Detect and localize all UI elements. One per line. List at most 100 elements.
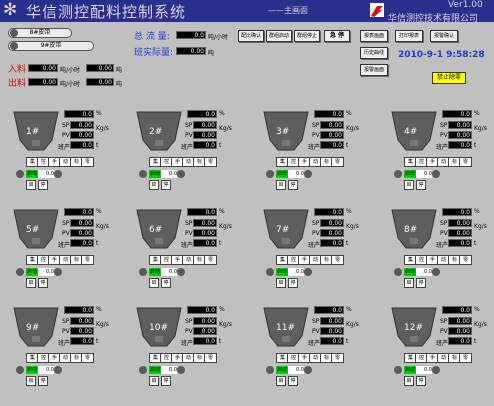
feeder-start-button[interactable]: 启 xyxy=(404,376,414,386)
mode-button[interactable]: 零 xyxy=(81,255,94,265)
app-title: 华信测控配料控制系统 xyxy=(26,3,187,21)
feeder-start-button[interactable]: 启 xyxy=(276,278,286,288)
group-start-button[interactable]: 群组启动 xyxy=(266,30,292,42)
feeder-panel: 9# 0.0% SP 0.00 Kg/s PV 0.00 班产 0.0 t 集控手动标零启动 0.0 启… xyxy=(8,306,130,398)
feeder-stop-button[interactable]: 停 xyxy=(161,278,171,288)
feeder-start-button[interactable]: 启 xyxy=(26,180,36,190)
mode-button[interactable]: 零 xyxy=(459,353,472,363)
print-report-button[interactable]: 打印报表 xyxy=(395,30,423,42)
sp-label: SP xyxy=(62,220,70,227)
accum-value: 0.0 xyxy=(193,141,217,149)
outflow-rate: 0.00 xyxy=(28,78,58,86)
mode-button[interactable]: 零 xyxy=(204,353,217,363)
emergency-stop-button[interactable]: 急 停 xyxy=(324,30,350,42)
group-stop-button[interactable]: 群组停止 xyxy=(294,30,320,42)
pv-value: 0.00 xyxy=(448,327,472,335)
feeder-stop-button[interactable]: 停 xyxy=(288,278,298,288)
alarm-confirm-button[interactable]: 报警确认 xyxy=(430,30,458,42)
mode-button[interactable]: 零 xyxy=(81,353,94,363)
confirm-ratio-button[interactable]: 配比确认 xyxy=(238,30,264,42)
mode-button[interactable]: 零 xyxy=(331,353,344,363)
status-left-icon xyxy=(266,366,274,374)
feeder-stop-button[interactable]: 停 xyxy=(161,180,171,190)
status-right-icon xyxy=(54,268,62,276)
feeder-status-bar: 启动 0.0 xyxy=(16,366,62,374)
rate-unit: Kg/s xyxy=(346,125,359,132)
percent-unit: % xyxy=(474,208,480,215)
rate-unit: Kg/s xyxy=(346,223,359,230)
feeder-status-bar: 启动 0.0 xyxy=(266,366,312,374)
feeder-stop-button[interactable]: 停 xyxy=(38,180,48,190)
status-left-icon xyxy=(266,170,274,178)
bar-value: 0.0 xyxy=(161,268,177,276)
belt-8-indicator[interactable]: 8#皮带 xyxy=(8,28,72,38)
feeder-start-button[interactable]: 启 xyxy=(404,180,414,190)
mode-button[interactable]: 零 xyxy=(331,157,344,167)
accum-label: 班产 xyxy=(181,340,194,347)
mode-button[interactable]: 零 xyxy=(331,255,344,265)
accum-unit: t xyxy=(474,240,477,247)
accum-value: 0.0 xyxy=(70,239,94,247)
status-right-icon xyxy=(177,170,185,178)
run-indicator: 启动 xyxy=(276,170,288,178)
feeder-status-bar: 启动 0.0 xyxy=(394,170,440,178)
accum-unit: t xyxy=(219,142,222,149)
mode-button[interactable]: 零 xyxy=(204,157,217,167)
run-indicator: 启动 xyxy=(149,268,161,276)
feeder-stop-button[interactable]: 停 xyxy=(416,180,426,190)
run-indicator: 启动 xyxy=(404,170,416,178)
feeder-stop-button[interactable]: 停 xyxy=(38,278,48,288)
pv-label: PV xyxy=(312,132,320,139)
shift-actual-unit: 吨 xyxy=(208,50,215,57)
feeder-stop-button[interactable]: 停 xyxy=(416,278,426,288)
belt-9-indicator[interactable]: 9#皮带 xyxy=(8,41,94,51)
mode-button[interactable]: 零 xyxy=(81,157,94,167)
feeder-panel: 7# 0.0% SP 0.00 Kg/s PV 0.00 班产 0.0 t 集控手动标零启动 0.0 启… xyxy=(258,208,380,300)
report-view-button[interactable]: 报表画面 xyxy=(360,30,388,42)
feeder-stop-button[interactable]: 停 xyxy=(288,180,298,190)
feeder-stop-button[interactable]: 停 xyxy=(161,376,171,386)
rate-unit: Kg/s xyxy=(96,321,109,328)
bar-value: 0.0 xyxy=(38,366,54,374)
accum-unit: t xyxy=(96,240,99,247)
feeder-start-button[interactable]: 启 xyxy=(276,376,286,386)
percent-unit: % xyxy=(219,306,225,313)
mode-button[interactable]: 零 xyxy=(204,255,217,265)
feeder-start-button[interactable]: 启 xyxy=(149,278,159,288)
feeder-number: 8# xyxy=(404,225,418,235)
feeder-stop-button[interactable]: 停 xyxy=(38,376,48,386)
feeder-percent: 0.0 xyxy=(442,208,472,216)
feeder-number: 10# xyxy=(149,323,168,333)
sp-value: 0.00 xyxy=(193,121,217,129)
forbid-zero-button[interactable]: 禁止除零 xyxy=(432,72,466,84)
feeder-stop-button[interactable]: 停 xyxy=(416,376,426,386)
status-right-icon xyxy=(54,366,62,374)
pv-label: PV xyxy=(312,230,320,237)
percent-unit: % xyxy=(474,110,480,117)
pv-value: 0.00 xyxy=(320,327,344,335)
feeder-status-bar: 启动 0.0 xyxy=(16,268,62,276)
status-right-icon xyxy=(432,268,440,276)
run-indicator: 启动 xyxy=(276,366,288,374)
feeder-start-button[interactable]: 启 xyxy=(276,180,286,190)
feeder-start-button[interactable]: 启 xyxy=(149,376,159,386)
feeder-start-button[interactable]: 启 xyxy=(26,278,36,288)
pv-label: PV xyxy=(440,132,448,139)
accum-unit: t xyxy=(474,338,477,345)
bar-value: 0.0 xyxy=(416,366,432,374)
outflow-label: 出料 xyxy=(8,79,27,89)
feeder-panel: 6# 0.0% SP 0.00 Kg/s PV 0.00 班产 0.0 t 集控手动标零启动 0.0 启… xyxy=(131,208,253,300)
feeder-start-button[interactable]: 启 xyxy=(26,376,36,386)
history-curve-button[interactable]: 历史曲线 xyxy=(360,47,388,59)
pv-value: 0.00 xyxy=(448,229,472,237)
alarm-view-button[interactable]: 报警画面 xyxy=(360,64,388,76)
mode-button[interactable]: 零 xyxy=(459,157,472,167)
pv-label: PV xyxy=(62,230,70,237)
status-right-icon xyxy=(54,170,62,178)
feeder-status-bar: 启动 0.0 xyxy=(394,268,440,276)
feeder-start-button[interactable]: 启 xyxy=(404,278,414,288)
mode-button[interactable]: 零 xyxy=(459,255,472,265)
feeder-status-bar: 启动 0.0 xyxy=(139,268,185,276)
feeder-start-button[interactable]: 启 xyxy=(149,180,159,190)
feeder-stop-button[interactable]: 停 xyxy=(288,376,298,386)
